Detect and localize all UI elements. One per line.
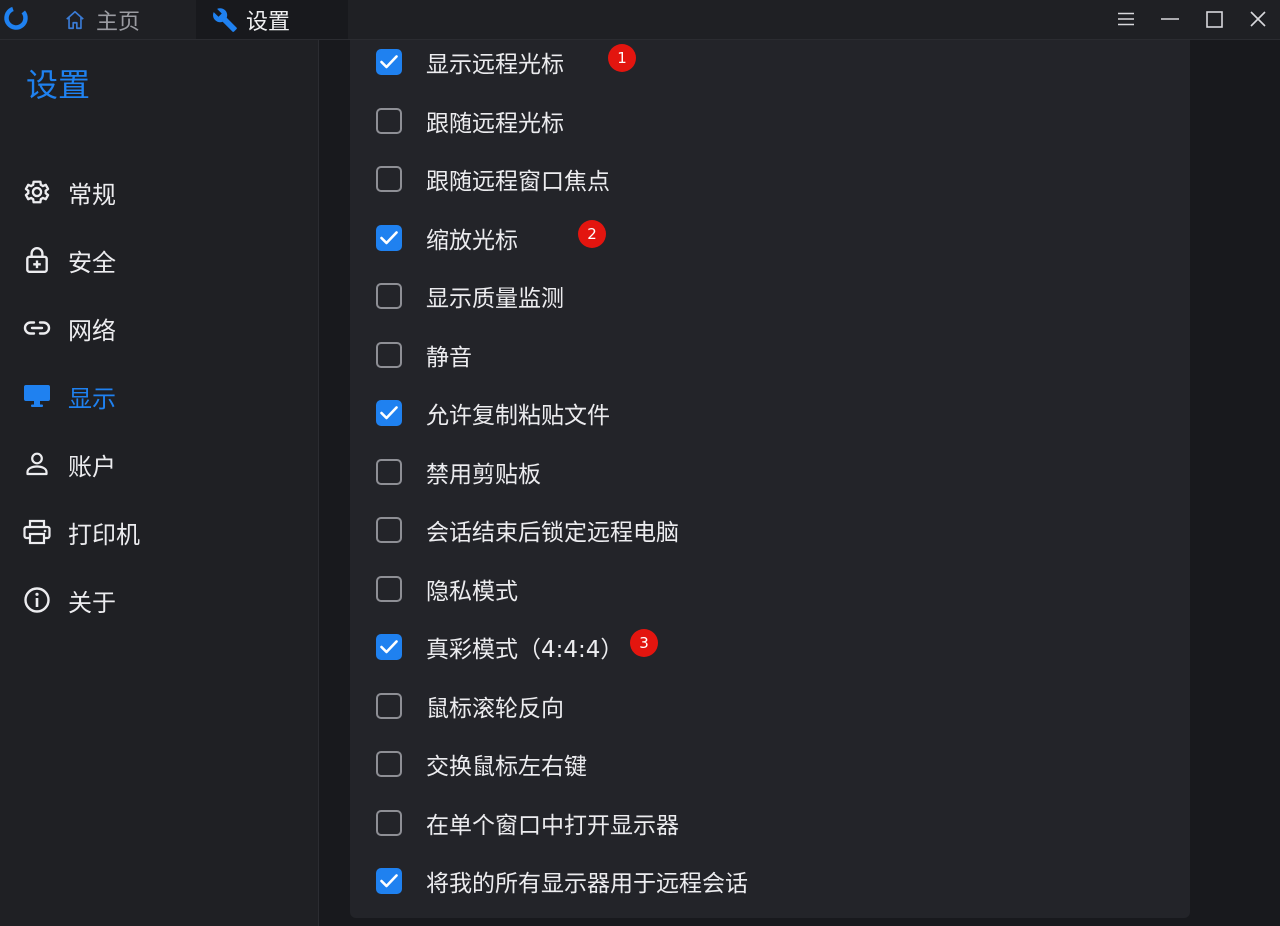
app-logo-icon [3, 5, 29, 31]
option-label: 隐私模式 [426, 578, 518, 605]
option-label: 显示远程光标 [426, 52, 564, 78]
option-label: 显示质量监测 [426, 286, 564, 312]
gear-icon [22, 177, 52, 207]
option-label: 真彩模式（4:4:4） [426, 637, 624, 663]
display-settings-panel: 显示远程光标 1 跟随远程光标跟随远程窗口焦点 缩放光标 2 显示质量监测 静音允许复制粘贴… [350, 40, 1190, 918]
option-scale-cursor[interactable]: 缩放光标 [376, 216, 518, 260]
close-button[interactable] [1242, 4, 1274, 34]
option-label: 在单个窗口中打开显示器 [426, 812, 679, 839]
checkmark-icon [380, 874, 398, 888]
checkbox[interactable] [376, 809, 402, 836]
sidebar-item-label: 显示 [68, 384, 116, 413]
option-label: 跟随远程光标 [426, 110, 564, 137]
checkbox[interactable] [376, 107, 402, 134]
checkbox[interactable] [376, 458, 402, 485]
sidebar-item-network[interactable]: 网络 [0, 302, 318, 354]
checkbox[interactable] [376, 575, 402, 602]
minimize-icon [1161, 18, 1179, 20]
option-lock-after-session-end[interactable]: 会话结束后锁定远程电脑 [376, 508, 679, 552]
checkbox-checked[interactable] [376, 868, 402, 894]
option-label: 允许复制粘贴文件 [426, 403, 610, 429]
tab-settings-label: 设置 [246, 9, 291, 35]
checkbox[interactable] [376, 341, 402, 368]
minimize-button[interactable] [1154, 4, 1186, 34]
checkbox-checked[interactable] [376, 400, 402, 426]
option-label: 交换鼠标左右键 [426, 754, 587, 780]
sidebar-item-display[interactable]: 显示 [0, 370, 318, 422]
checkmark-icon [380, 230, 398, 244]
option-open-displays-in-single-window[interactable]: 在单个窗口中打开显示器 [376, 801, 679, 845]
option-label: 跟随远程窗口焦点 [426, 169, 610, 195]
menu-button[interactable] [1110, 4, 1142, 34]
monitor-icon [22, 381, 52, 411]
checkbox[interactable] [376, 283, 402, 309]
checkbox[interactable] [376, 692, 402, 719]
link-icon [22, 313, 52, 343]
person-icon [22, 449, 52, 479]
option-label: 鼠标滚轮反向 [426, 695, 564, 722]
sidebar-item-label: 常规 [68, 180, 116, 209]
maximize-icon [1205, 10, 1223, 28]
sidebar-item-account[interactable]: 账户 [0, 438, 318, 490]
sidebar-item-label: 账户 [68, 452, 116, 481]
option-label: 静音 [426, 344, 472, 371]
printer-icon [22, 517, 52, 547]
option-use-all-displays-for-remote-session[interactable]: 将我的所有显示器用于远程会话 [376, 859, 748, 903]
option-label: 禁用剪贴板 [426, 461, 541, 488]
maximize-button[interactable] [1198, 4, 1230, 34]
title-bar: 主页 设置 [0, 0, 1280, 40]
checkbox-checked[interactable] [376, 224, 402, 251]
sidebar-item-about[interactable]: 关于 [0, 574, 318, 626]
option-show-remote-cursor[interactable]: 显示远程光标 [376, 40, 564, 84]
tab-home-label: 主页 [96, 9, 141, 35]
lock-icon [22, 245, 52, 275]
info-icon [22, 585, 52, 615]
checkbox-checked[interactable] [376, 49, 402, 75]
sidebar-item-general[interactable]: 常规 [0, 166, 318, 218]
option-follow-remote-window-focus[interactable]: 跟随远程窗口焦点 [376, 157, 610, 201]
tab-home[interactable]: 主页 [48, 0, 194, 39]
sidebar-item-label: 网络 [68, 316, 116, 345]
option-label: 将我的所有显示器用于远程会话 [426, 871, 748, 897]
option-disable-clipboard[interactable]: 禁用剪贴板 [376, 450, 541, 494]
wrench-icon [212, 7, 238, 33]
option-show-quality-monitor[interactable]: 显示质量监测 [376, 274, 564, 318]
annotation-badge: 1 [608, 44, 636, 72]
option-swap-mouse-buttons[interactable]: 交换鼠标左右键 [376, 742, 587, 786]
annotation-badge: 2 [578, 219, 606, 248]
option-privacy-mode[interactable]: 隐私模式 [376, 567, 518, 611]
checkmark-icon [380, 55, 398, 69]
checkbox[interactable] [376, 517, 402, 543]
checkmark-icon [380, 640, 398, 654]
checkmark-icon [380, 406, 398, 420]
sidebar-item-security[interactable]: 安全 [0, 234, 318, 286]
sidebar-item-printer[interactable]: 打印机 [0, 506, 318, 558]
home-icon [62, 7, 88, 33]
sidebar-item-label: 关于 [68, 588, 116, 617]
checkbox[interactable] [376, 751, 402, 777]
option-label: 缩放光标 [426, 227, 518, 254]
checkbox[interactable] [376, 166, 402, 192]
close-icon [1250, 11, 1266, 27]
annotation-badge: 3 [630, 629, 658, 657]
option-reverse-mouse-wheel[interactable]: 鼠标滚轮反向 [376, 684, 564, 728]
option-true-color-mode[interactable]: 真彩模式（4:4:4） [376, 625, 623, 669]
option-mute[interactable]: 静音 [376, 333, 472, 377]
option-follow-remote-cursor[interactable]: 跟随远程光标 [376, 99, 564, 143]
menu-icon [1118, 12, 1134, 26]
sidebar-item-label: 安全 [68, 248, 116, 277]
option-label: 会话结束后锁定远程电脑 [426, 520, 679, 546]
option-allow-copy-paste-files[interactable]: 允许复制粘贴文件 [376, 391, 610, 435]
tab-settings[interactable]: 设置 [196, 0, 348, 39]
sidebar-title: 设置 [26, 66, 91, 104]
settings-sidebar: 设置 常规 安全 网络 显示 账户 打印机 关于 [0, 40, 319, 926]
checkbox-checked[interactable] [376, 634, 402, 660]
sidebar-item-label: 打印机 [68, 520, 140, 549]
